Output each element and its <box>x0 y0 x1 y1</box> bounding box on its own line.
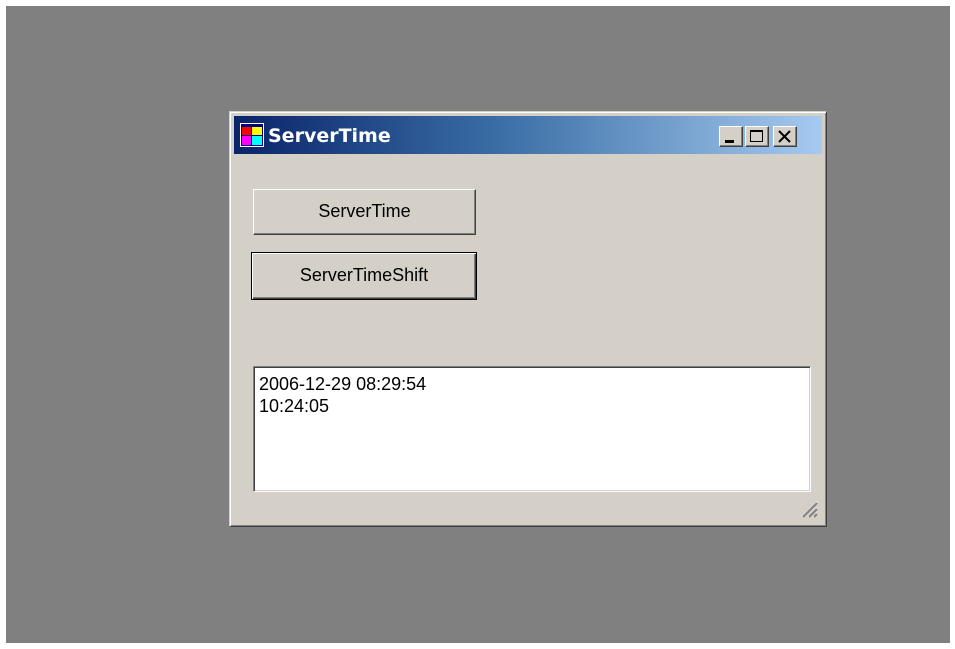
minimize-icon <box>725 140 734 143</box>
output-line-time: 10:24:05 <box>259 396 330 416</box>
server-time-shift-button[interactable]: ServerTimeShift <box>251 252 477 300</box>
window-title: ServerTime <box>268 125 391 147</box>
server-time-window: ServerTime ServerTime ServerTimeShift 20… <box>229 111 827 527</box>
close-icon <box>778 130 791 143</box>
output-line-date: 2006-12-29 08:29:54 <box>259 374 427 394</box>
app-window-icon[interactable] <box>240 123 264 147</box>
close-button[interactable] <box>773 126 797 147</box>
title-bar[interactable]: ServerTime <box>234 116 822 154</box>
maximize-button[interactable] <box>745 126 769 147</box>
maximize-icon <box>750 130 763 142</box>
minimize-button[interactable] <box>719 126 743 147</box>
resize-grip-icon[interactable] <box>796 496 818 518</box>
output-textbox[interactable]: 2006-12-29 08:29:54 10:24:05 <box>253 366 811 492</box>
server-time-button[interactable]: ServerTime <box>253 189 476 235</box>
